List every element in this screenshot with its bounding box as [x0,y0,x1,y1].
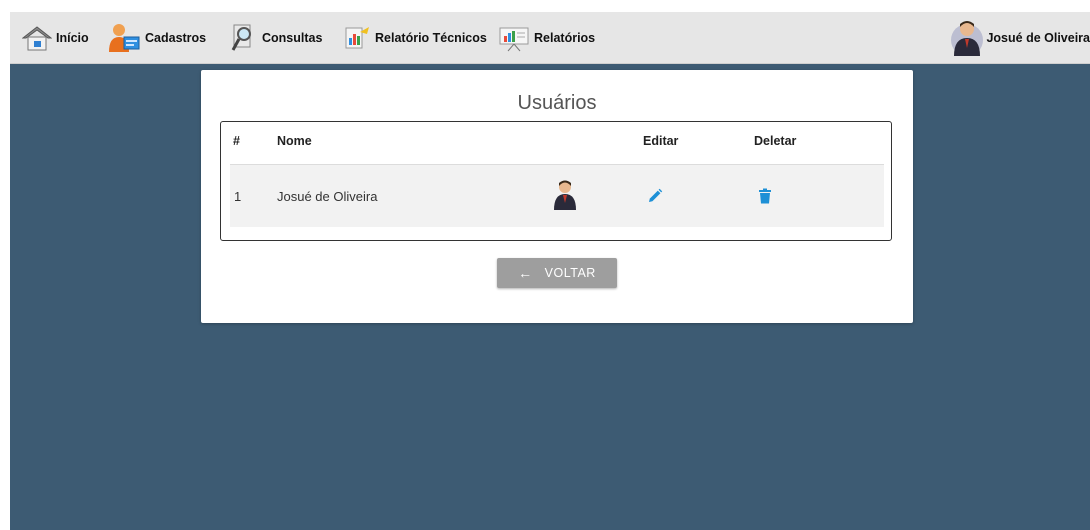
nav-label: Cadastros [145,31,207,45]
technical-report-icon [343,23,371,53]
users-table: # Nome Editar Deletar 1 Josué de Oliveir… [220,121,892,241]
column-header-name: Nome [277,134,312,148]
nav-item-cadastros[interactable]: Cadastros [107,12,206,64]
nav-label: Início [56,31,89,45]
home-icon [22,23,52,53]
user-avatar-icon [552,179,578,211]
nav-item-inicio[interactable]: Início [22,12,89,64]
nav-item-relatorios[interactable]: Relatórios [498,12,595,64]
reports-chart-icon [498,23,530,53]
table-row: 1 Josué de Oliveira [230,164,884,227]
user-name: Josué de Oliveira [986,31,1090,45]
row-index: 1 [234,189,242,204]
column-header-edit: Editar [643,134,679,148]
users-card: Usuários # Nome Editar Deletar 1 Josué d… [201,70,913,323]
user-menu[interactable]: Josué de Oliveira [950,12,1090,64]
users-register-icon [107,23,141,53]
page-title: Usuários [517,92,597,114]
nav-label: Relatório Técnicos [375,31,487,45]
delete-trash-icon[interactable] [754,185,776,207]
column-header-index: # [233,134,240,148]
app-root: Início Cadastros Consultas Relatório Téc… [10,12,1090,530]
top-navbar: Início Cadastros Consultas Relatório Téc… [10,12,1090,64]
nav-item-relatorio-tecnicos[interactable]: Relatório Técnicos [343,12,487,64]
edit-pencil-icon[interactable] [644,185,666,207]
row-name: Josué de Oliveira [277,189,378,204]
nav-label: Consultas [262,31,323,45]
back-button-label: VOLTAR [544,266,596,280]
arrow-left-icon: ← [518,265,533,281]
nav-label: Relatórios [534,31,596,45]
nav-item-consultas[interactable]: Consultas [228,12,322,64]
search-magnifier-icon [228,23,258,53]
column-header-delete: Deletar [754,134,797,148]
user-avatar-icon [950,18,984,58]
back-button[interactable]: ← VOLTAR [497,258,617,288]
